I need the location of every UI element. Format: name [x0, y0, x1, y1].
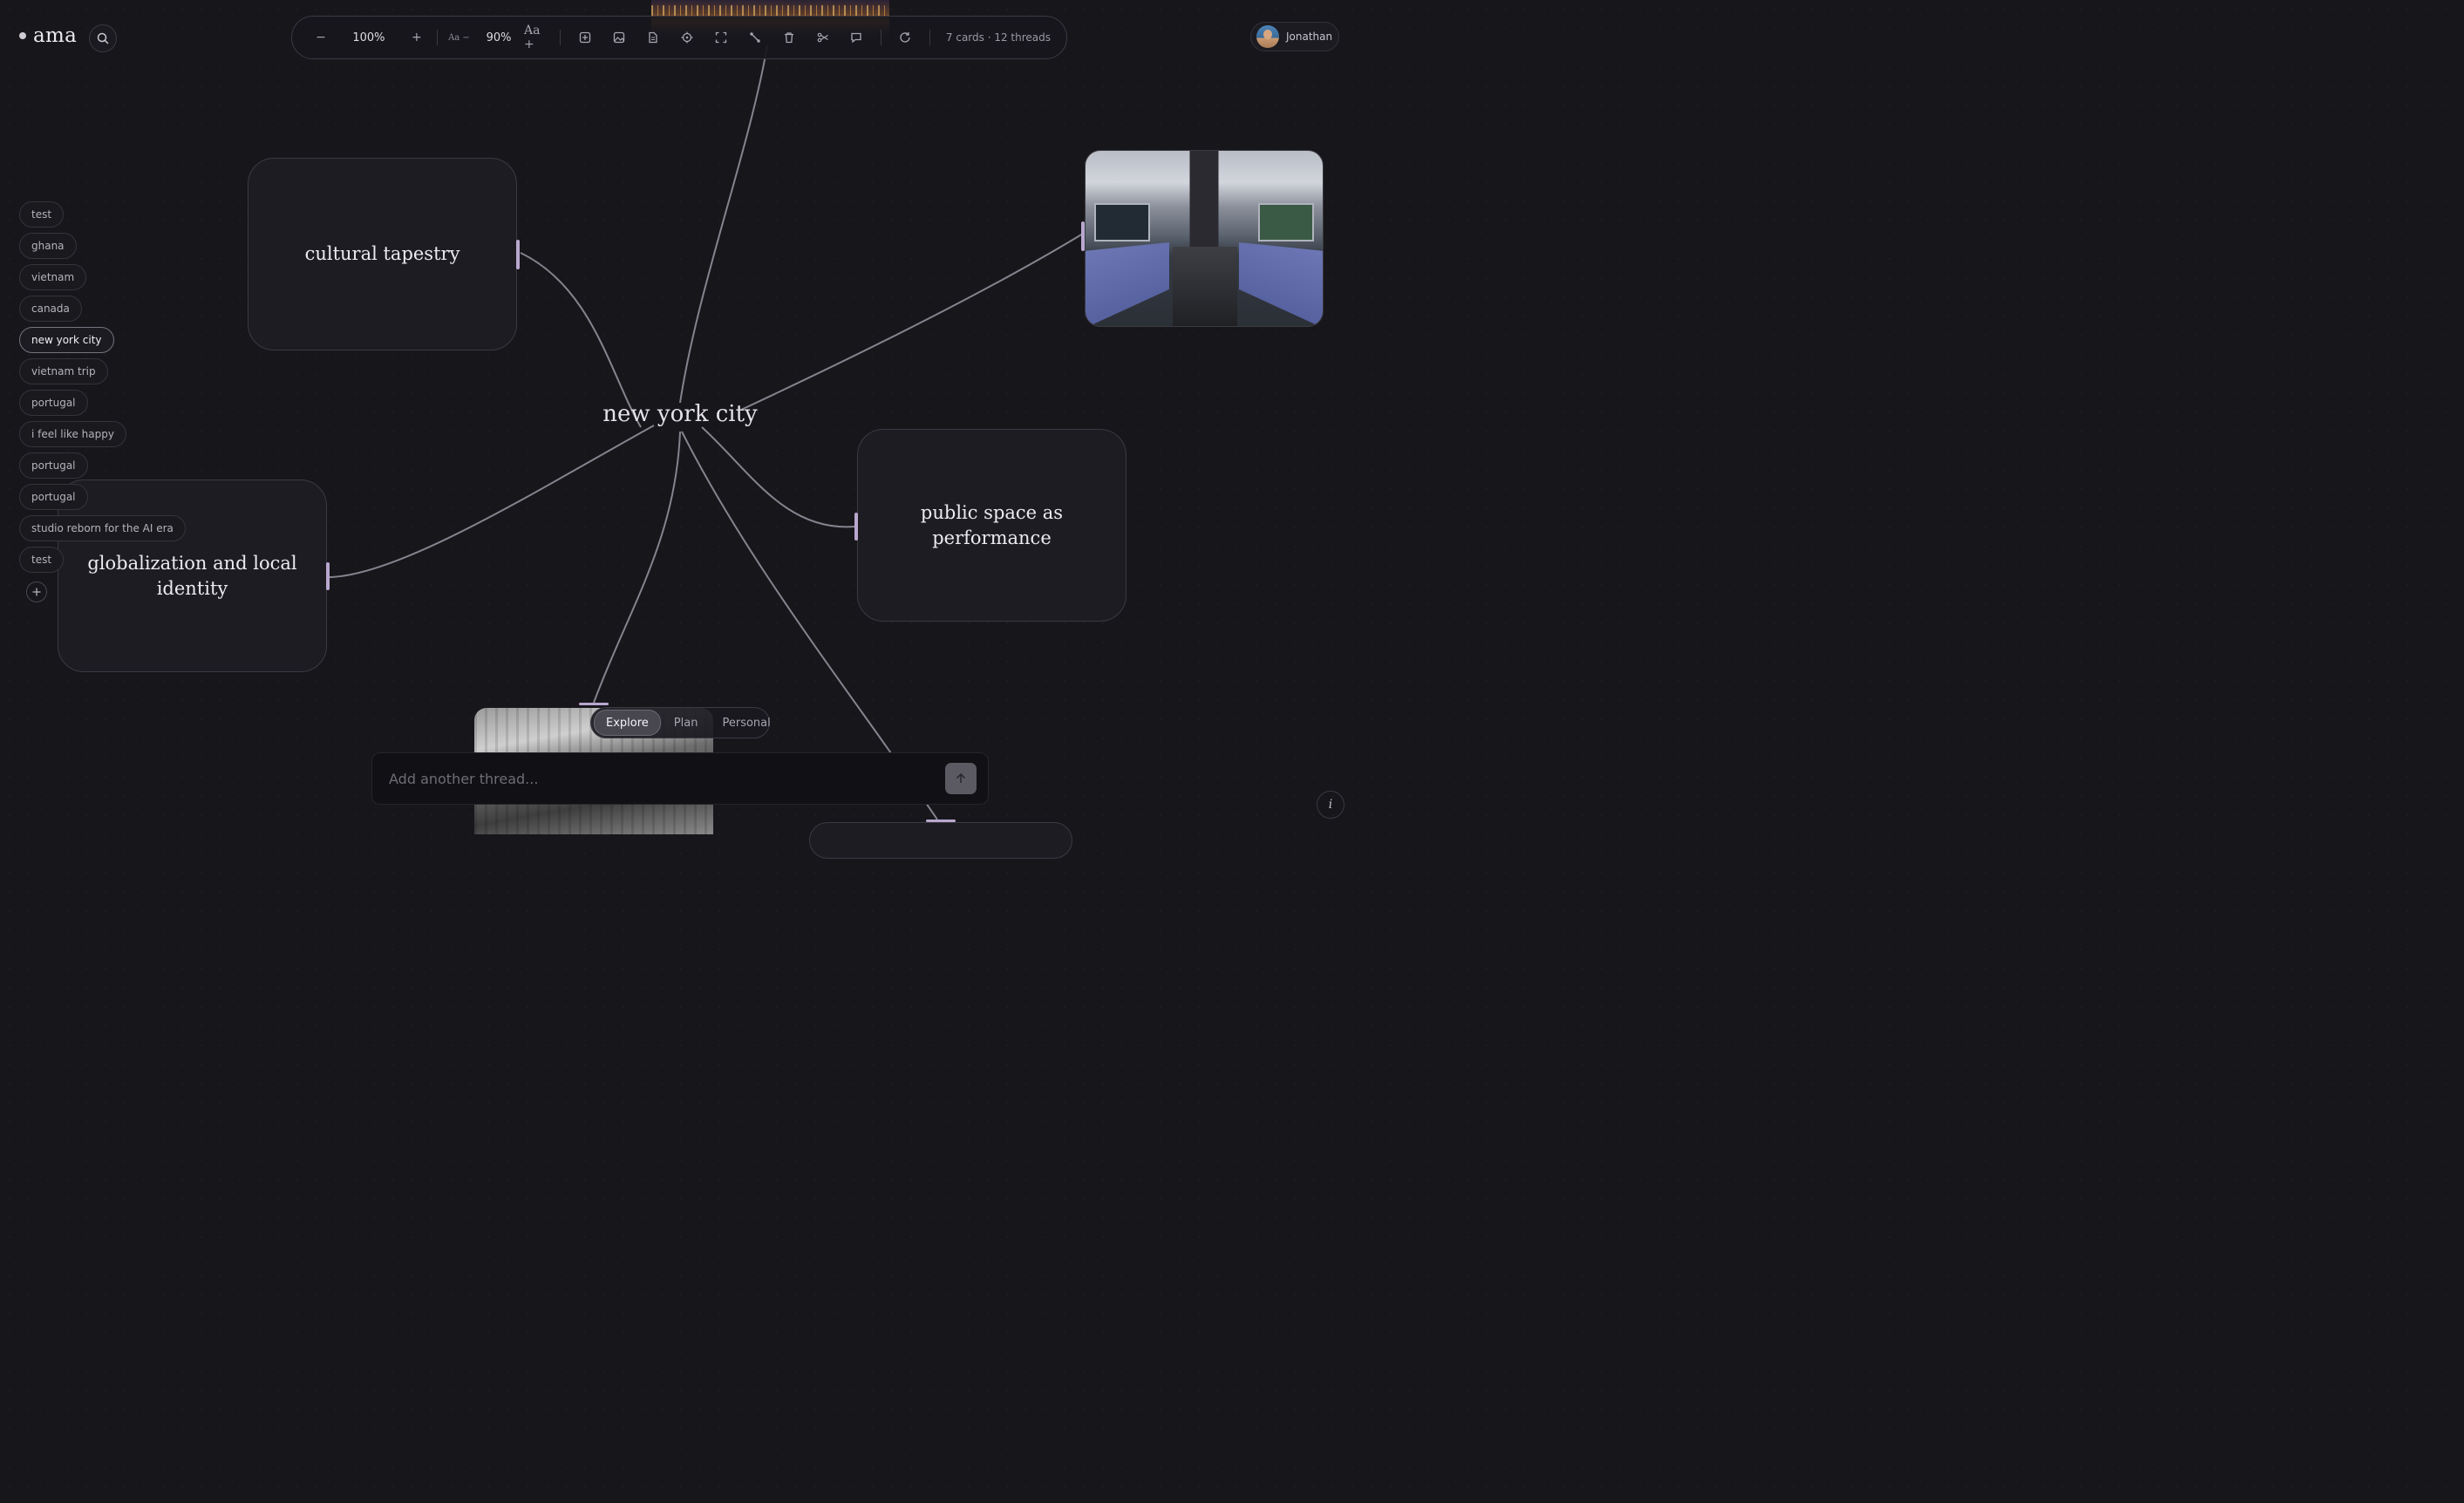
- thread-chip[interactable]: ghana: [19, 233, 77, 259]
- plus-icon: [32, 588, 41, 596]
- add-card-button[interactable]: [568, 24, 602, 51]
- add-thread-button[interactable]: [26, 581, 47, 602]
- app-name: ama: [33, 24, 78, 47]
- delete-button[interactable]: [772, 24, 806, 51]
- canvas-stats: 7 cards · 12 threads: [945, 31, 1052, 44]
- connection-handle[interactable]: [516, 240, 520, 269]
- edge-globalization: [329, 425, 655, 578]
- canvas-toolbar: − 100% + Aa − 90% Aa + 7 cards · 12 thre…: [291, 16, 1067, 59]
- card-cultural-tapestry[interactable]: cultural tapestry: [248, 158, 520, 350]
- refresh-icon: [900, 32, 911, 43]
- add-image-button[interactable]: [602, 24, 636, 51]
- comment-button[interactable]: [840, 24, 874, 51]
- connection-handle[interactable]: [1081, 221, 1085, 251]
- edge-top-image: [679, 44, 768, 404]
- mode-tab-explore[interactable]: Explore: [594, 710, 661, 736]
- connection-handle[interactable]: [579, 703, 609, 705]
- center-topic[interactable]: new york city: [575, 401, 785, 427]
- subway-window: [1258, 203, 1314, 241]
- user-name: Jonathan: [1286, 31, 1333, 43]
- card-title: public space as performance: [920, 501, 1064, 548]
- edge-bottom-image: [593, 431, 681, 704]
- add-card-icon: [579, 31, 590, 44]
- font-size-level: 90%: [486, 31, 512, 44]
- comment-icon: [851, 32, 862, 44]
- toolbar-divider: [929, 30, 930, 45]
- card-public-space[interactable]: public space as performance: [854, 429, 1126, 622]
- add-image-icon: [613, 31, 624, 44]
- subway-window: [1094, 203, 1150, 241]
- thread-chip[interactable]: studio reborn for the AI era: [19, 515, 186, 541]
- thread-chip[interactable]: test: [19, 547, 65, 573]
- font-larger-button[interactable]: Aa +: [524, 24, 553, 51]
- search-button[interactable]: [89, 24, 117, 52]
- mode-switcher: Explore Plan Personal: [590, 707, 771, 738]
- thread-chip[interactable]: i feel like happy: [19, 421, 126, 447]
- subway-floor: [1173, 247, 1237, 326]
- connection-handle[interactable]: [326, 562, 330, 590]
- thread-composer: [371, 752, 989, 805]
- thread-chip[interactable]: portugal: [19, 452, 88, 479]
- zoom-in-button[interactable]: +: [404, 24, 430, 51]
- edge-public-space: [701, 426, 855, 528]
- fit-screen-button[interactable]: [704, 24, 738, 51]
- user-menu[interactable]: Jonathan: [1250, 22, 1339, 51]
- card-title: cultural tapestry: [304, 243, 460, 264]
- refresh-button[interactable]: [888, 24, 922, 51]
- connection-handle[interactable]: [854, 513, 858, 541]
- branch-icon: [817, 32, 828, 43]
- thread-chip[interactable]: test: [19, 201, 65, 228]
- info-button[interactable]: i: [1317, 791, 1344, 819]
- toolbar-divider: [436, 30, 438, 45]
- locate-icon: [681, 31, 693, 44]
- thread-chip[interactable]: portugal: [19, 390, 88, 416]
- arrow-up-icon: [956, 772, 966, 783]
- connection-handle[interactable]: [926, 820, 956, 822]
- thread-chip[interactable]: canada: [19, 296, 82, 322]
- branch-button[interactable]: [806, 24, 840, 51]
- subway-seat: [1086, 242, 1169, 326]
- locate-button[interactable]: [670, 24, 704, 51]
- zoom-out-button[interactable]: −: [308, 24, 334, 51]
- search-icon: [97, 32, 109, 44]
- connect-icon: [749, 32, 760, 43]
- card-partial-bottom[interactable]: [809, 822, 1072, 859]
- thread-chip[interactable]: portugal: [19, 484, 88, 510]
- app-logo[interactable]: ama: [19, 24, 77, 47]
- thread-list: test ghana vietnam canada new york city …: [19, 201, 186, 602]
- toolbar-divider: [560, 30, 562, 45]
- send-button[interactable]: [945, 763, 977, 794]
- fit-screen-icon: [715, 31, 726, 44]
- thread-chip[interactable]: vietnam: [19, 264, 87, 290]
- thread-chip[interactable]: vietnam trip: [19, 358, 108, 384]
- thread-chip-active[interactable]: new york city: [19, 327, 114, 353]
- subway-seat: [1239, 242, 1323, 326]
- font-smaller-button[interactable]: Aa −: [445, 24, 473, 51]
- add-document-icon: [648, 31, 657, 44]
- mode-tab-personal[interactable]: Personal: [711, 711, 781, 735]
- add-document-button[interactable]: [636, 24, 670, 51]
- delete-icon: [784, 32, 793, 44]
- avatar: [1256, 25, 1279, 48]
- connect-button[interactable]: [738, 24, 772, 51]
- zoom-level: 100%: [352, 31, 385, 44]
- edge-subway-image: [740, 233, 1084, 411]
- thread-input[interactable]: [387, 769, 945, 788]
- mode-tab-plan[interactable]: Plan: [663, 711, 710, 735]
- logo-dot-icon: [19, 32, 26, 39]
- subway-image-card[interactable]: [1085, 150, 1324, 327]
